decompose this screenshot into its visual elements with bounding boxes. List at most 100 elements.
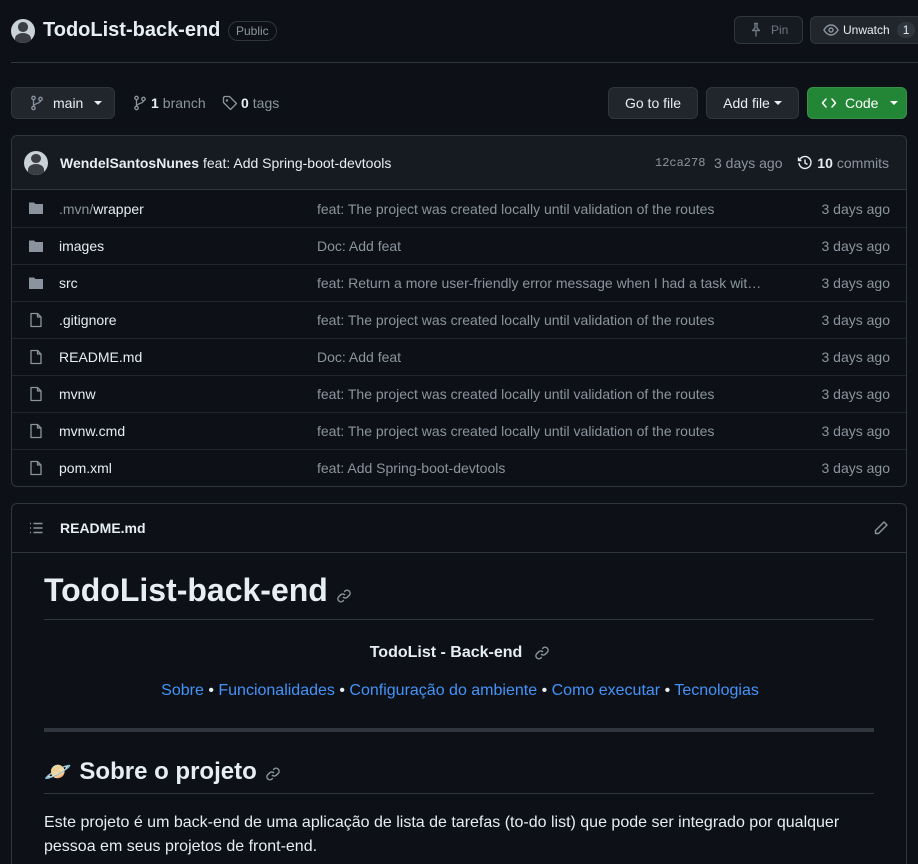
- latest-commit-bar: WendelSantosNunes feat: Add Spring-boot-…: [12, 136, 906, 190]
- branch-count: 1: [151, 95, 159, 111]
- file-row[interactable]: .gitignore feat: The project was created …: [12, 301, 906, 338]
- commit-author[interactable]: WendelSantosNunes: [60, 155, 199, 171]
- nav-separator: •: [339, 682, 345, 699]
- file-icon: [28, 423, 44, 439]
- file-commit-age: 3 days ago: [821, 275, 891, 291]
- file-icon: [28, 312, 44, 328]
- branch-icon: [29, 95, 45, 111]
- file-commit-message[interactable]: Doc: Add feat: [317, 238, 767, 254]
- commit-sha[interactable]: 12ca278: [655, 156, 705, 170]
- file-browser: WendelSantosNunes feat: Add Spring-boot-…: [11, 135, 907, 487]
- file-name-link[interactable]: mvnw: [59, 386, 96, 402]
- go-to-file-button[interactable]: Go to file: [608, 87, 698, 119]
- branch-select-button[interactable]: main: [11, 87, 115, 119]
- branch-label: branch: [162, 95, 206, 111]
- file-name: images: [59, 238, 105, 254]
- file-name-link[interactable]: README.md: [59, 349, 142, 365]
- file-commit-age: 3 days ago: [821, 200, 891, 217]
- go-to-file-label: Go to file: [624, 95, 682, 111]
- owner-avatar[interactable]: [11, 19, 35, 43]
- commits-link[interactable]: 10 commits: [797, 155, 889, 171]
- author-avatar[interactable]: [24, 150, 48, 175]
- file-row[interactable]: .mvn/wrapper feat: The project was create…: [12, 190, 906, 227]
- chevron-down-icon: [94, 101, 103, 105]
- title-divider: [44, 619, 874, 620]
- readme-filename[interactable]: README.md: [60, 520, 146, 536]
- branches-link[interactable]: 1 branch: [132, 95, 206, 111]
- file-name: wrapper: [93, 200, 144, 217]
- file-commit-message[interactable]: Doc: Add feat: [317, 349, 767, 365]
- file-name-link[interactable]: pom.xml: [59, 460, 112, 476]
- add-file-label: Add file: [723, 95, 770, 111]
- anchor-link-icon[interactable]: [534, 645, 550, 661]
- unwatch-button[interactable]: Unwatch 1: [810, 16, 918, 44]
- branch-icon: [132, 95, 148, 111]
- nav-link[interactable]: Sobre: [161, 682, 204, 699]
- file-icon: [28, 460, 44, 476]
- file-name: mvnw.cmd: [59, 423, 126, 439]
- list-icon[interactable]: [28, 520, 44, 536]
- file-name-link[interactable]: mvnw.cmd: [59, 423, 125, 439]
- file-commit-message[interactable]: feat: The project was created locally un…: [317, 201, 767, 217]
- chevron-down-icon: [890, 101, 899, 105]
- file-row[interactable]: mvnw feat: The project was created locall…: [12, 375, 906, 412]
- readme-paragraph: Este projeto é um back-end de uma aplica…: [44, 814, 840, 855]
- readme-panel: README.md TodoList-back-end TodoList - B…: [11, 503, 907, 864]
- unwatch-label: Unwatch: [843, 23, 890, 37]
- nav-link[interactable]: Tecnologias: [674, 682, 759, 699]
- readme-nav: Sobre • Funcionalidades • Configuração d…: [12, 682, 906, 700]
- section-heading-row: 🪐 Sobre o projeto: [44, 758, 281, 786]
- file-row[interactable]: mvnw.cmd feat: The project was created lo…: [12, 412, 906, 449]
- file-name: .gitignore: [59, 312, 117, 328]
- tags-link[interactable]: 0 tags: [222, 95, 279, 111]
- file-row[interactable]: README.md Doc: Add feat 3 days ago: [12, 338, 906, 375]
- commits-label: commits: [836, 154, 889, 171]
- file-name: README.md: [59, 349, 143, 365]
- file-commit-message[interactable]: feat: Return a more user-friendly error …: [317, 275, 767, 291]
- file-commit-age: 3 days ago: [821, 312, 891, 328]
- file-commit-message[interactable]: feat: Add Spring-boot-devtools: [317, 460, 767, 476]
- chevron-down-icon: [773, 101, 782, 105]
- file-name: pom.xml: [59, 460, 112, 476]
- file-commit-message[interactable]: feat: The project was created locally un…: [317, 423, 767, 439]
- pin-button[interactable]: Pin: [734, 16, 803, 44]
- file-commit-age: 3 days ago: [821, 386, 891, 402]
- nav-link[interactable]: Funcionalidades: [218, 682, 335, 699]
- pencil-icon[interactable]: [873, 520, 889, 536]
- file-name-link[interactable]: src: [59, 275, 78, 291]
- file-commit-message[interactable]: feat: The project was created locally un…: [317, 312, 767, 328]
- nav-link[interactable]: Configuração do ambiente: [349, 682, 537, 699]
- file-commit-age: 3 days ago: [821, 238, 891, 254]
- tag-label: tags: [252, 95, 280, 111]
- pin-icon: [748, 22, 764, 38]
- nav-link[interactable]: Como executar: [552, 682, 661, 699]
- commit-age: 3 days ago: [714, 154, 783, 171]
- file-name: mvnw: [59, 386, 96, 402]
- commit-message[interactable]: feat: Add Spring-boot-devtools: [203, 155, 391, 171]
- nav-separator: •: [208, 682, 214, 699]
- add-file-button[interactable]: Add file: [706, 87, 799, 119]
- anchor-link-icon[interactable]: [336, 588, 352, 604]
- folder-icon: [28, 200, 44, 216]
- file-name-link[interactable]: .mvn/wrapper: [59, 201, 144, 217]
- thick-rule: [44, 728, 874, 732]
- repo-name[interactable]: TodoList-back-end: [43, 19, 220, 42]
- tag-icon: [222, 95, 238, 111]
- file-path-prefix: .mvn/: [59, 200, 94, 217]
- code-label: Code: [845, 95, 879, 111]
- visibility-badge: Public: [228, 21, 277, 41]
- code-button[interactable]: Code: [807, 87, 907, 119]
- file-commit-message[interactable]: feat: The project was created locally un…: [317, 386, 767, 402]
- readme-title-row: TodoList-back-end: [44, 572, 352, 609]
- anchor-link-icon[interactable]: [265, 766, 281, 782]
- nav-separator: •: [541, 682, 548, 699]
- subtitle-row: TodoList - Back-end: [12, 644, 906, 662]
- file-name-link[interactable]: .gitignore: [59, 312, 117, 328]
- file-row[interactable]: images Doc: Add feat 3 days ago: [12, 227, 906, 264]
- file-icon: [28, 386, 44, 402]
- file-row[interactable]: pom.xml feat: Add Spring-boot-devtools 3 d…: [12, 449, 906, 486]
- eye-icon: [823, 22, 839, 38]
- file-row[interactable]: src feat: Return a more user-friendly err…: [12, 264, 906, 301]
- branch-name: main: [53, 95, 84, 111]
- file-name-link[interactable]: images: [59, 238, 104, 254]
